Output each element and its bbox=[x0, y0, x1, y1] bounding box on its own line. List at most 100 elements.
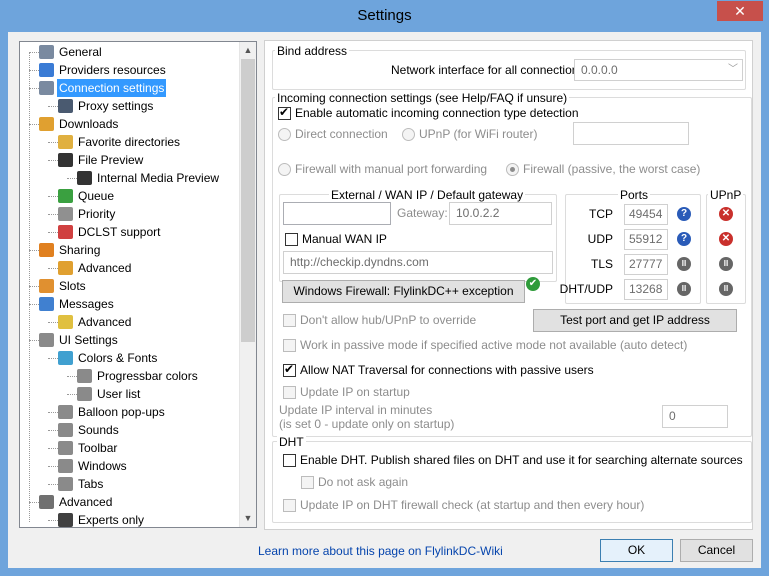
colors-icon bbox=[58, 351, 73, 365]
film-icon bbox=[77, 171, 92, 185]
enable-dht-checkbox[interactable] bbox=[283, 454, 296, 467]
upnp-extra-input[interactable] bbox=[573, 122, 689, 145]
do-not-ask-checkbox[interactable] bbox=[301, 476, 314, 489]
tree-item-label: Connection settings bbox=[57, 79, 167, 97]
tree-connector bbox=[48, 520, 58, 521]
port-input[interactable]: 55912 bbox=[624, 229, 668, 250]
update-ip-checkbox[interactable] bbox=[283, 386, 296, 399]
port-name-label: DHT/UDP bbox=[559, 282, 613, 296]
tree-item[interactable]: Advanced bbox=[20, 493, 235, 511]
upnp-radio[interactable] bbox=[402, 128, 415, 141]
auto-detect-checkbox[interactable] bbox=[278, 105, 291, 120]
manual-wan-checkbox[interactable] bbox=[285, 233, 298, 246]
connection-icon bbox=[39, 81, 54, 95]
settings-tree[interactable]: General Providers resources Connection set… bbox=[19, 41, 257, 528]
scroll-down-arrow[interactable]: ▼ bbox=[240, 510, 256, 527]
tree-item[interactable]: Balloon pop-ups bbox=[20, 403, 235, 421]
tree-item[interactable]: Colors & Fonts bbox=[20, 349, 235, 367]
tree-scrollbar[interactable]: ▲ ▼ bbox=[239, 42, 256, 527]
tree-item[interactable]: Advanced bbox=[20, 313, 235, 331]
no-override-label: Don't allow hub/UPnP to override bbox=[300, 313, 477, 327]
tree-item[interactable]: Windows bbox=[20, 457, 235, 475]
interval-input[interactable]: 0 bbox=[662, 405, 728, 428]
tree-item[interactable]: General bbox=[20, 43, 235, 61]
tree-item[interactable]: Proxy settings bbox=[20, 97, 235, 115]
tree-item[interactable]: DCLST support bbox=[20, 223, 235, 241]
tree-item[interactable]: Messages bbox=[20, 295, 235, 313]
ok-button[interactable]: OK bbox=[600, 539, 673, 562]
port-input[interactable]: 49454 bbox=[624, 204, 668, 225]
tree-item[interactable]: User list bbox=[20, 385, 235, 403]
tree-item-label: Favorite directories bbox=[78, 135, 181, 149]
sounds-icon bbox=[58, 423, 73, 437]
nat-traversal-checkbox[interactable] bbox=[283, 362, 296, 377]
firewall-manual-radio[interactable] bbox=[278, 163, 291, 176]
messages-icon bbox=[39, 297, 54, 311]
firewall-passive-radio[interactable] bbox=[506, 163, 519, 176]
tree-expander[interactable] bbox=[43, 156, 52, 165]
nat-traversal-label: Allow NAT Traversal for connections with… bbox=[300, 363, 594, 377]
firewall-exception-button[interactable]: Windows Firewall: FlylinkDC++ exception bbox=[282, 280, 525, 303]
tree-item[interactable]: Experts only bbox=[20, 511, 235, 529]
tree-item-label: Advanced bbox=[59, 495, 113, 509]
tools-icon bbox=[39, 495, 54, 509]
tree-item-label: Progressbar colors bbox=[97, 369, 198, 383]
scroll-up-arrow[interactable]: ▲ bbox=[240, 42, 256, 59]
tree-item[interactable]: Slots bbox=[20, 277, 235, 295]
port-name-label: TCP bbox=[589, 207, 613, 221]
title-bar[interactable]: Settings ✕ bbox=[0, 0, 769, 32]
tree-item[interactable]: File Preview bbox=[20, 151, 235, 169]
tree-item[interactable]: Advanced bbox=[20, 259, 235, 277]
tree-item[interactable]: Priority bbox=[20, 205, 235, 223]
tree-item[interactable]: Toolbar bbox=[20, 439, 235, 457]
tree-item[interactable]: Queue bbox=[20, 187, 235, 205]
tree-item-label: Advanced bbox=[78, 261, 132, 275]
settings-window: Settings ✕ General Providers resources Con… bbox=[0, 0, 769, 576]
tree-item[interactable]: Tabs bbox=[20, 475, 235, 493]
dialog-client: General Providers resources Connection set… bbox=[8, 32, 761, 568]
tree-connector bbox=[29, 52, 39, 53]
tree-item[interactable]: Downloads bbox=[20, 115, 235, 133]
wiki-link[interactable]: Learn more about this page on FlylinkDC-… bbox=[258, 544, 503, 558]
tree-item[interactable]: Connection settings bbox=[20, 79, 235, 97]
tree-item[interactable]: Internal Media Preview bbox=[20, 169, 235, 187]
scroll-thumb[interactable] bbox=[241, 59, 255, 342]
tree-connector bbox=[48, 214, 58, 215]
tree-item[interactable]: Providers resources bbox=[20, 61, 235, 79]
close-button[interactable]: ✕ bbox=[717, 1, 763, 21]
film-icon bbox=[58, 153, 73, 167]
tree-item-label: Sharing bbox=[59, 243, 101, 257]
port-input[interactable]: 13268 bbox=[624, 279, 668, 300]
window-title: Settings bbox=[357, 7, 412, 24]
tree-item[interactable]: Sounds bbox=[20, 421, 235, 439]
tree-item[interactable]: UI Settings bbox=[20, 331, 235, 349]
direct-connection-radio[interactable] bbox=[278, 128, 291, 141]
tree-connector bbox=[67, 394, 77, 395]
queue-icon bbox=[58, 189, 73, 203]
test-port-button[interactable]: Test port and get IP address bbox=[533, 309, 737, 332]
network-interface-select[interactable]: 0.0.0.0 ﹀ bbox=[574, 59, 743, 81]
tree-item-label: Proxy settings bbox=[78, 99, 154, 113]
tree-expander[interactable] bbox=[43, 354, 52, 363]
gateway-input[interactable]: 10.0.2.2 bbox=[449, 202, 552, 225]
tree-connector bbox=[48, 142, 58, 143]
checkip-url-input[interactable]: http://checkip.dyndns.com bbox=[283, 251, 553, 274]
cancel-button[interactable]: Cancel bbox=[680, 539, 753, 562]
wan-ip-input[interactable] bbox=[283, 202, 391, 225]
tree-item[interactable]: Sharing bbox=[20, 241, 235, 259]
tree-item[interactable]: Favorite directories bbox=[20, 133, 235, 151]
tree-item-label: Messages bbox=[59, 297, 114, 311]
tree-item[interactable]: Progressbar colors bbox=[20, 367, 235, 385]
passive-mode-checkbox[interactable] bbox=[283, 339, 296, 352]
tree-connector bbox=[48, 196, 58, 197]
tree-item-label: DCLST support bbox=[78, 225, 161, 239]
firewall-passive-label: Firewall (passive, the worst case) bbox=[523, 162, 701, 176]
no-override-checkbox[interactable] bbox=[283, 314, 296, 327]
advanced-icon bbox=[58, 261, 73, 275]
auto-detect-label: Enable automatic incoming connection typ… bbox=[295, 106, 579, 120]
dht-update-ip-checkbox[interactable] bbox=[283, 499, 296, 512]
tree-item-label: Windows bbox=[78, 459, 127, 473]
pause-icon: II bbox=[677, 257, 691, 271]
port-input[interactable]: 27777 bbox=[624, 254, 668, 275]
userlist-icon bbox=[77, 387, 92, 401]
